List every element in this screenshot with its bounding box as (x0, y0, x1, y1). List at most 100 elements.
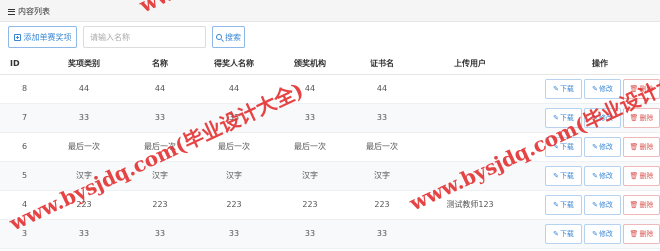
edit-label: 修改 (598, 229, 613, 238)
cell-id: 8 (0, 74, 44, 104)
cell-uploader (416, 219, 524, 249)
cell-organization: 44 (272, 74, 348, 104)
edit-button[interactable]: ✎ 修改 (584, 107, 621, 128)
delete-label: 删除 (639, 171, 654, 180)
edit-icon: ✎ (553, 84, 559, 93)
panel-title: 内容列表 (8, 6, 50, 17)
delete-button[interactable]: 🗑 删除 (623, 165, 660, 186)
cell-certificate: 汉字 (348, 161, 416, 191)
download-label: 下载 (559, 229, 574, 238)
cell-actions: ✎ 下载 ✎ 修改 🗑 删除 (524, 74, 660, 104)
delete-label: 删除 (639, 142, 654, 151)
cell-category: 44 (44, 74, 124, 104)
cell-organization: 33 (272, 219, 348, 249)
cell-winner: 33 (196, 103, 272, 133)
col-header-organization: 颁奖机构 (272, 54, 348, 75)
add-award-button[interactable]: 添加单赛奖项 (8, 26, 77, 48)
cell-name: 最后一次 (124, 132, 196, 162)
col-header-winner: 得奖人名称 (196, 54, 272, 75)
search-input[interactable] (83, 26, 206, 48)
edit-label: 修改 (598, 200, 613, 209)
download-button[interactable]: ✎ 下载 (545, 107, 582, 128)
delete-label: 删除 (639, 229, 654, 238)
trash-icon: 🗑 (629, 142, 639, 151)
cell-uploader: 测试教师123 (416, 190, 524, 220)
cell-actions: ✎ 下载 ✎ 修改 🗑 删除 (524, 190, 660, 220)
download-button[interactable]: ✎ 下载 (545, 78, 582, 99)
table-row: 3 33 33 33 33 33 ✎ 下载 ✎ 修改 🗑 删除 (0, 219, 660, 249)
delete-button[interactable]: 🗑 删除 (623, 194, 660, 215)
cell-winner: 汉字 (196, 161, 272, 191)
delete-button[interactable]: 🗑 删除 (623, 136, 660, 157)
search-label: 搜索 (225, 32, 241, 42)
cell-organization: 223 (272, 190, 348, 220)
cell-uploader (416, 103, 524, 133)
cell-name: 44 (124, 74, 196, 104)
row-actions: ✎ 下载 ✎ 修改 🗑 删除 (524, 78, 660, 99)
edit-button[interactable]: ✎ 修改 (584, 78, 621, 99)
cell-category: 33 (44, 103, 124, 133)
table-row: 7 33 33 33 33 33 ✎ 下载 ✎ 修改 🗑 删除 (0, 103, 660, 133)
row-actions: ✎ 下载 ✎ 修改 🗑 删除 (524, 165, 660, 186)
edit-icon: ✎ (553, 142, 559, 151)
edit-button[interactable]: ✎ 修改 (584, 165, 621, 186)
cell-name: 33 (124, 103, 196, 133)
cell-organization: 33 (272, 103, 348, 133)
cell-certificate: 33 (348, 219, 416, 249)
cell-organization: 最后一次 (272, 132, 348, 162)
panel-title-text: 内容列表 (18, 7, 50, 16)
download-label: 下载 (559, 84, 574, 93)
award-table: ID 奖项类别 名称 得奖人名称 颁奖机构 证书名 上传用户 操作 8 44 44 4… (0, 54, 660, 249)
col-header-id: ID (0, 54, 44, 75)
edit-button[interactable]: ✎ 修改 (584, 194, 621, 215)
cell-actions: ✎ 下载 ✎ 修改 🗑 删除 (524, 219, 660, 249)
edit-icon: ✎ (553, 113, 559, 122)
cell-actions: ✎ 下载 ✎ 修改 🗑 删除 (524, 161, 660, 191)
delete-label: 删除 (639, 84, 654, 93)
edit-icon: ✎ (592, 113, 598, 122)
cell-organization: 汉字 (272, 161, 348, 191)
table-row: 8 44 44 44 44 44 ✎ 下载 ✎ 修改 🗑 删除 (0, 74, 660, 104)
edit-icon: ✎ (553, 200, 559, 209)
edit-icon: ✎ (592, 171, 598, 180)
cell-category: 33 (44, 219, 124, 249)
cell-name: 汉字 (124, 161, 196, 191)
cell-category: 最后一次 (44, 132, 124, 162)
cell-certificate: 44 (348, 74, 416, 104)
row-actions: ✎ 下载 ✎ 修改 🗑 删除 (524, 107, 660, 128)
download-button[interactable]: ✎ 下载 (545, 165, 582, 186)
delete-label: 删除 (639, 200, 654, 209)
col-header-category: 奖项类别 (44, 54, 124, 75)
cell-uploader (416, 132, 524, 162)
download-button[interactable]: ✎ 下载 (545, 223, 582, 244)
edit-button[interactable]: ✎ 修改 (584, 223, 621, 244)
edit-label: 修改 (598, 84, 613, 93)
plus-icon (13, 33, 21, 41)
download-button[interactable]: ✎ 下载 (545, 194, 582, 215)
delete-button[interactable]: 🗑 删除 (623, 78, 660, 99)
table-row: 6 最后一次 最后一次 最后一次 最后一次 最后一次 ✎ 下载 ✎ 修改 🗑 删除 (0, 132, 660, 162)
download-label: 下载 (559, 200, 574, 209)
download-button[interactable]: ✎ 下载 (545, 136, 582, 157)
row-actions: ✎ 下载 ✎ 修改 🗑 删除 (524, 194, 660, 215)
panel-header: 内容列表 (0, 0, 660, 22)
cell-winner: 33 (196, 219, 272, 249)
delete-button[interactable]: 🗑 删除 (623, 107, 660, 128)
cell-uploader (416, 74, 524, 104)
table-header-row: ID 奖项类别 名称 得奖人名称 颁奖机构 证书名 上传用户 操作 (0, 54, 660, 75)
delete-button[interactable]: 🗑 删除 (623, 223, 660, 244)
cell-id: 6 (0, 132, 44, 162)
cell-certificate: 33 (348, 103, 416, 133)
edit-icon: ✎ (592, 84, 598, 93)
cell-winner: 223 (196, 190, 272, 220)
edit-icon: ✎ (553, 229, 559, 238)
search-icon (216, 34, 222, 40)
cell-category: 223 (44, 190, 124, 220)
trash-icon: 🗑 (629, 229, 639, 238)
cell-id: 5 (0, 161, 44, 191)
cell-winner: 最后一次 (196, 132, 272, 162)
list-icon (8, 8, 15, 15)
edit-button[interactable]: ✎ 修改 (584, 136, 621, 157)
search-button[interactable]: 搜索 (212, 26, 245, 48)
edit-icon: ✎ (592, 200, 598, 209)
